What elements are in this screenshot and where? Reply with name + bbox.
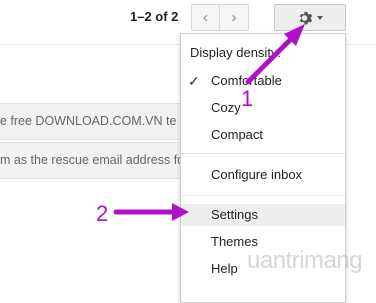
arrow-head-2 [172,203,189,221]
step-number-1: 1 [241,86,254,111]
arrow-to-gear [245,31,299,85]
annotation-arrows [113,24,305,221]
step-number-2: 2 [96,201,109,226]
watermark: uantrimang [247,247,363,274]
